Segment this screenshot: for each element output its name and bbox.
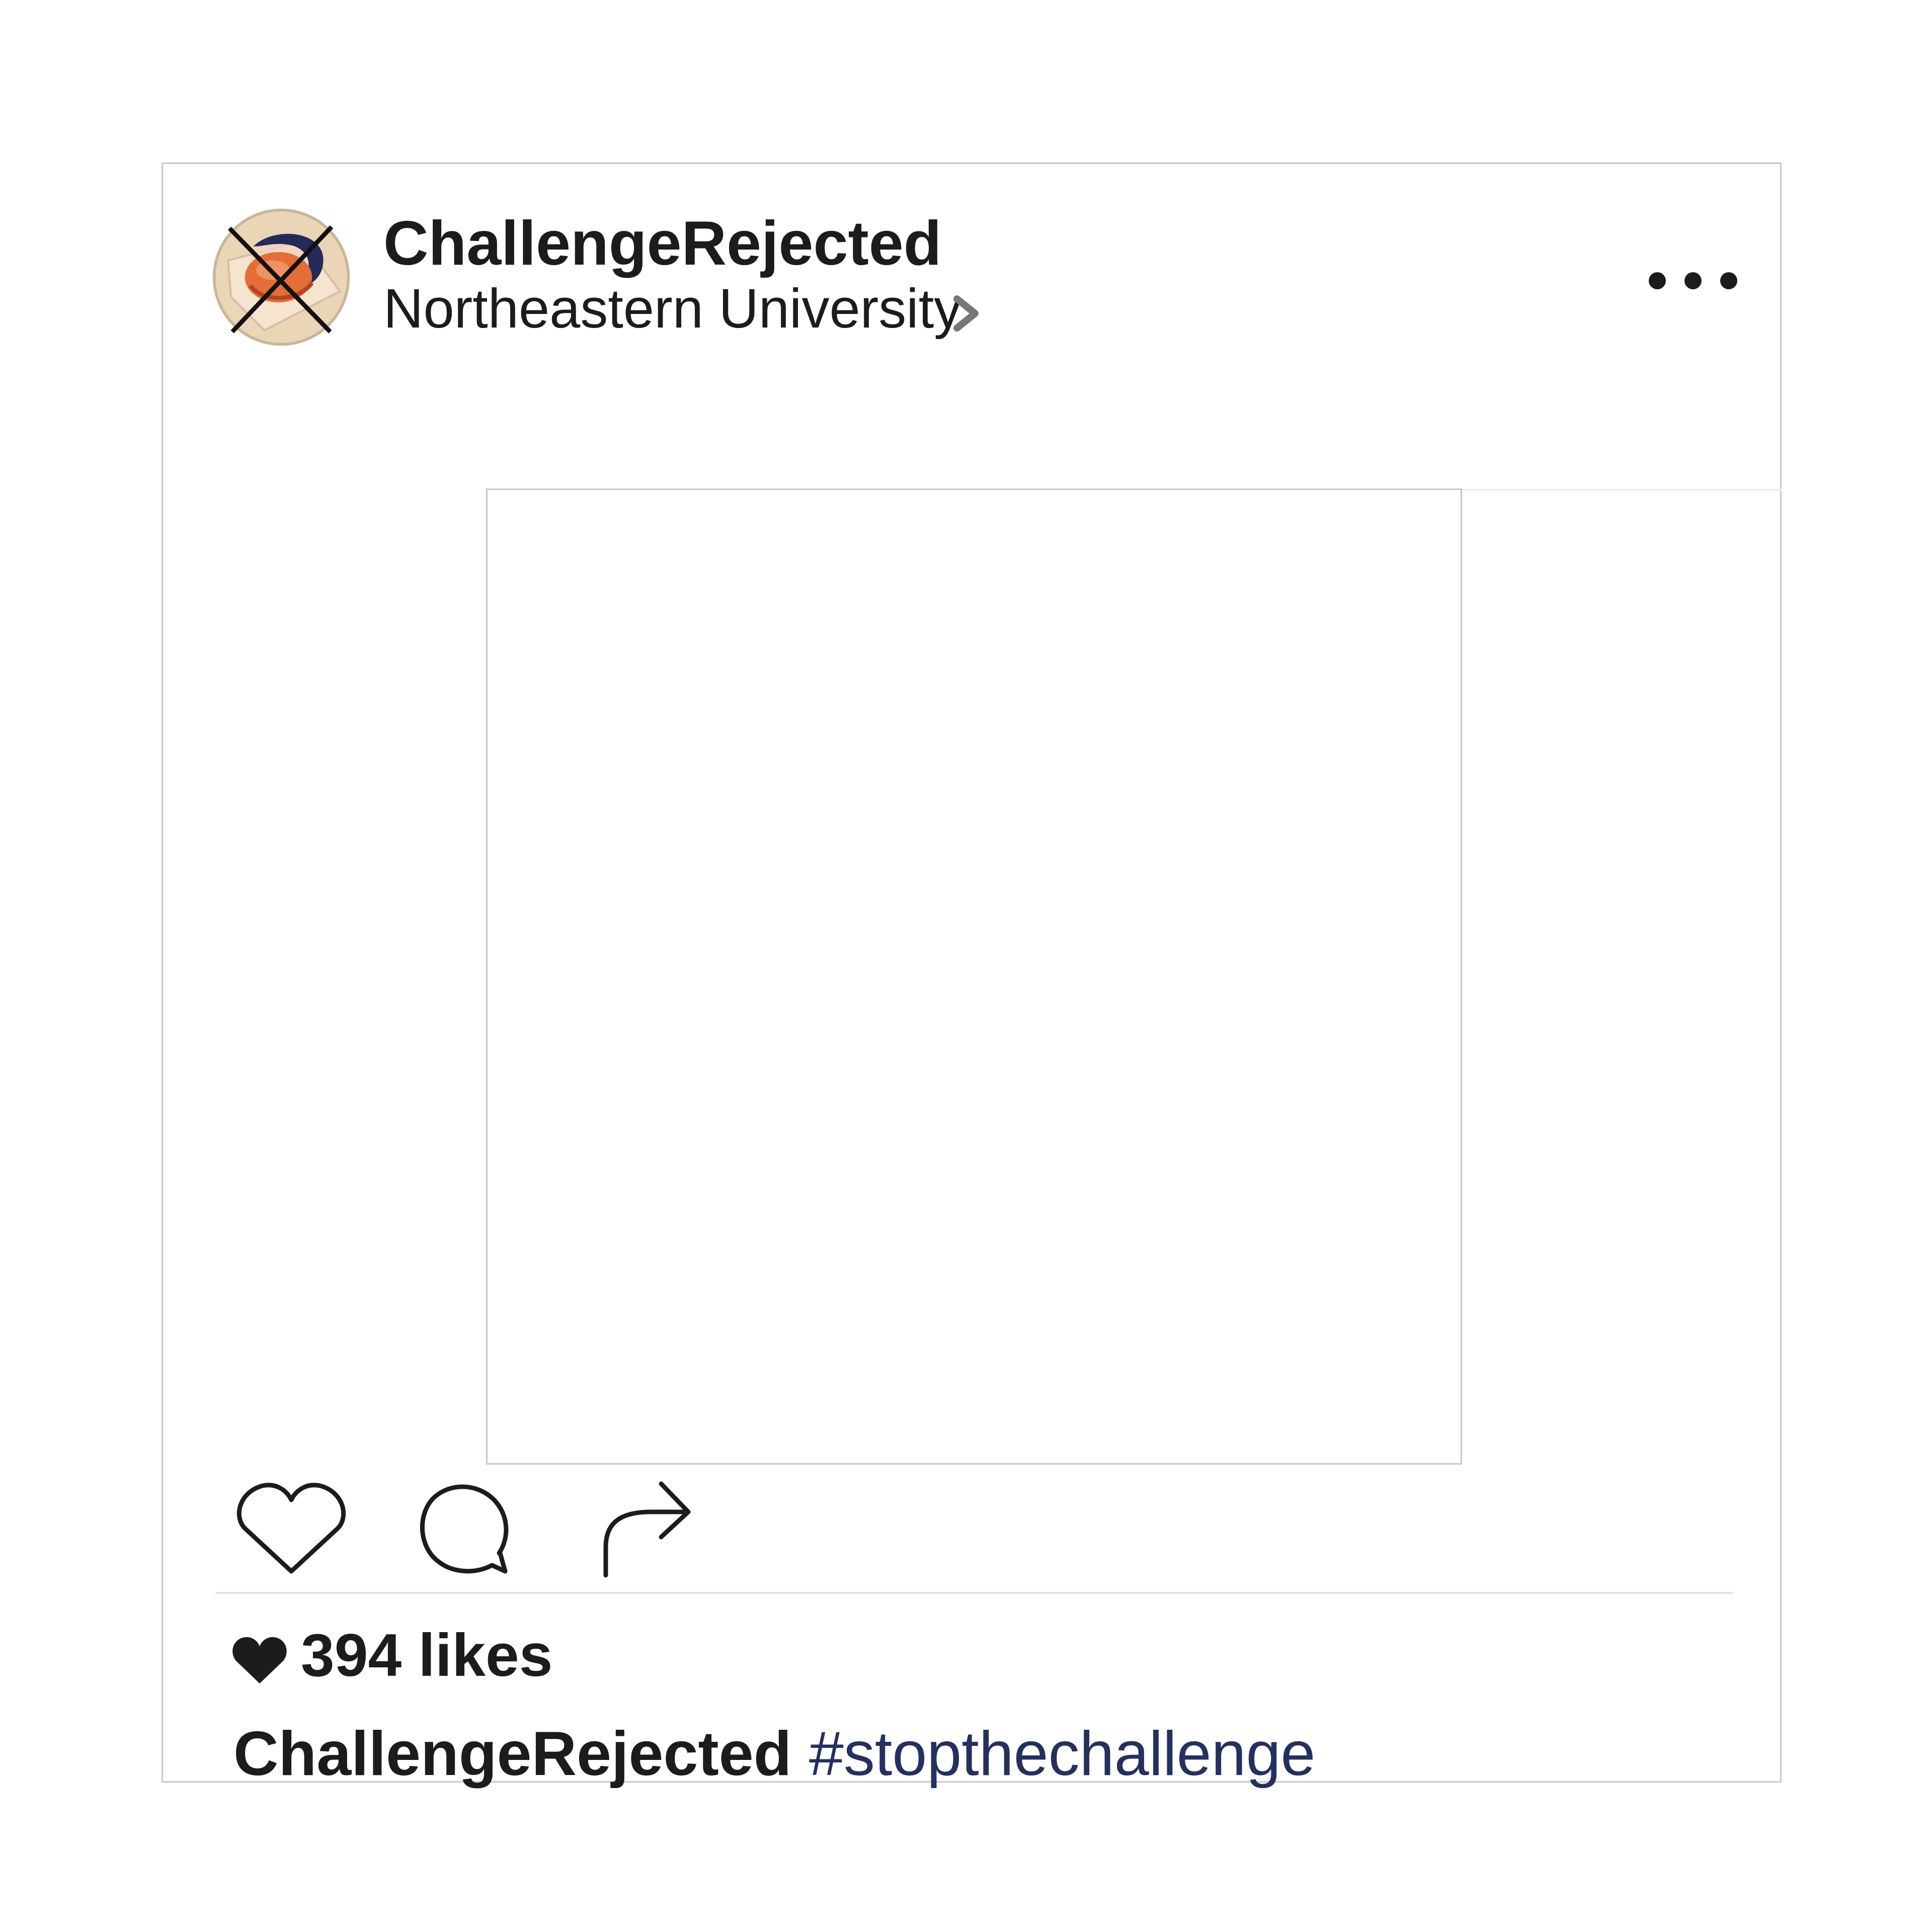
likes-count[interactable]: 394 likes bbox=[301, 1619, 552, 1692]
chevron-right-icon[interactable] bbox=[948, 291, 984, 336]
profile-avatar[interactable] bbox=[211, 207, 351, 347]
heart-filled-icon bbox=[231, 1635, 288, 1685]
caption-hashtag[interactable]: #stopthechallenge bbox=[809, 1719, 1316, 1789]
post-image-placeholder[interactable] bbox=[486, 489, 1462, 1465]
caption-username[interactable]: ChallengeRejected bbox=[233, 1719, 791, 1789]
post-card: ChallengeRejected Northeastern Universit… bbox=[162, 163, 1782, 1789]
more-options-icon[interactable] bbox=[1645, 261, 1741, 301]
heart-outline-icon[interactable] bbox=[235, 1479, 347, 1579]
actions-divider bbox=[215, 1592, 1733, 1594]
share-arrow-icon[interactable] bbox=[597, 1479, 692, 1579]
comment-bubble-icon[interactable] bbox=[415, 1479, 515, 1579]
post-caption: ChallengeRejected #stopthechallenge bbox=[233, 1717, 1316, 1792]
post-username[interactable]: ChallengeRejected bbox=[383, 206, 941, 281]
header-divider bbox=[1452, 489, 1782, 491]
post-location[interactable]: Northeastern University bbox=[383, 276, 961, 342]
crossed-out-detergent-pod-icon bbox=[212, 208, 350, 346]
